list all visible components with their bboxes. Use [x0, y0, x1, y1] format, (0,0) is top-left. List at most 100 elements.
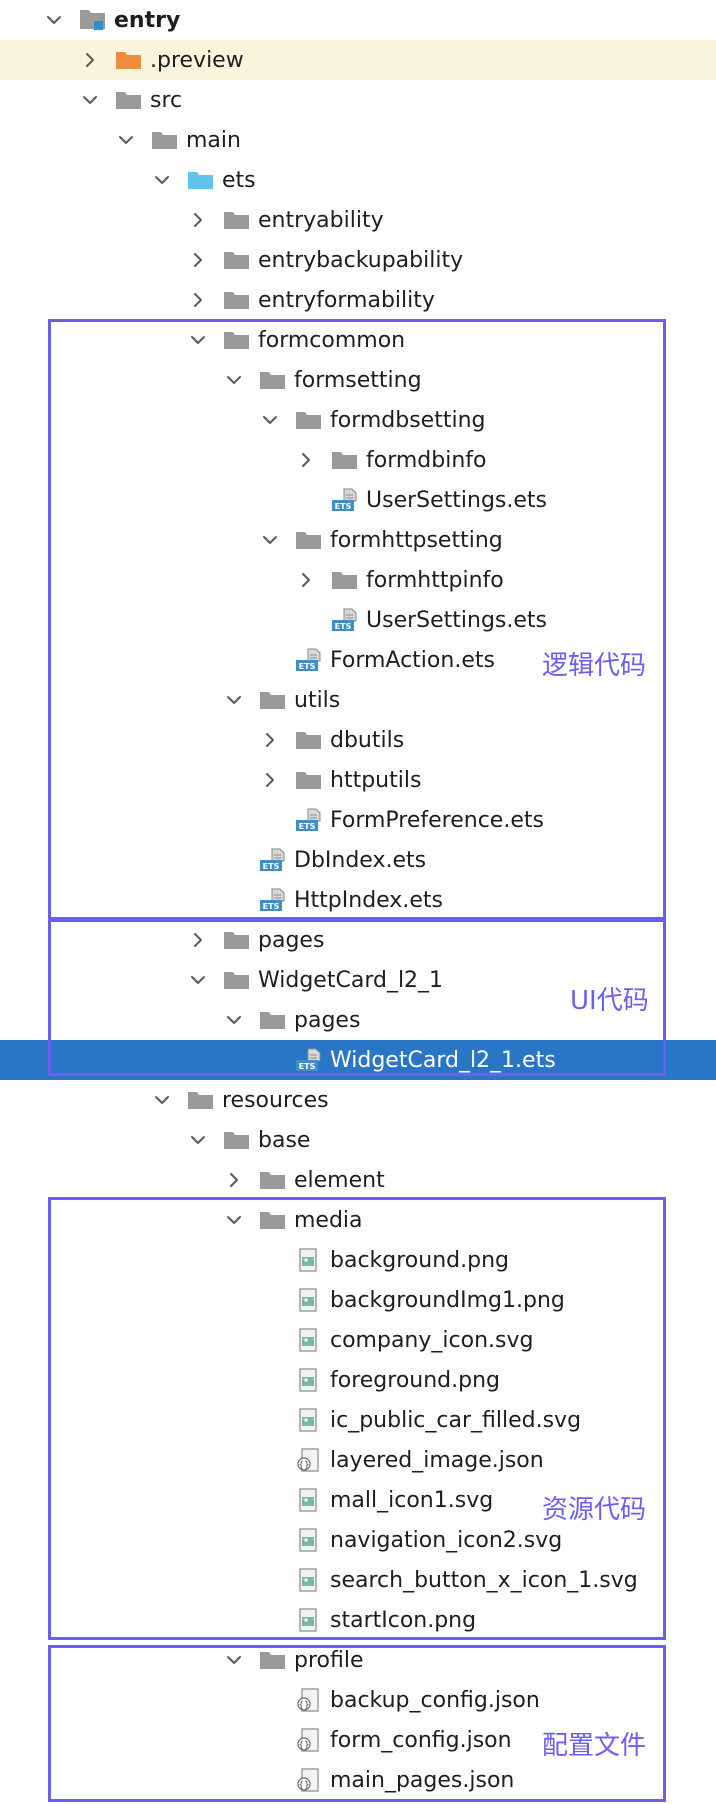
tree-folder-row[interactable]: entryability: [0, 200, 716, 240]
tree-item-label: UserSettings.ets: [366, 487, 547, 513]
folder-icon: [258, 688, 288, 712]
tree-item-label: entrybackupability: [258, 247, 464, 273]
tree-folder-row[interactable]: formhttpinfo: [0, 560, 716, 600]
tree-file-row[interactable]: startIcon.png: [0, 1600, 716, 1640]
chevron-down-icon[interactable]: [152, 170, 172, 190]
folder-icon: [150, 128, 180, 152]
tree-item-label: httputils: [330, 767, 422, 793]
svg-text:ETS: ETS: [299, 662, 316, 671]
chevron-right-icon[interactable]: [260, 770, 280, 790]
chevron-right-icon[interactable]: [188, 210, 208, 230]
tree-folder-row[interactable]: media: [0, 1200, 716, 1240]
tree-folder-row[interactable]: base: [0, 1120, 716, 1160]
svg-text:{}: {}: [298, 1461, 309, 1471]
chevron-down-icon[interactable]: [188, 1130, 208, 1150]
tree-item-label: dbutils: [330, 727, 405, 753]
tree-folder-row[interactable]: entrybackupability: [0, 240, 716, 280]
tree-folder-row[interactable]: main: [0, 120, 716, 160]
tree-folder-row[interactable]: formcommon: [0, 320, 716, 360]
tree-file-row[interactable]: ETS DbIndex.ets: [0, 840, 716, 880]
tree-file-row[interactable]: ETS WidgetCard_l2_1.ets: [0, 1040, 716, 1080]
ets-file-icon: ETS: [258, 888, 288, 912]
tree-file-row[interactable]: navigation_icon2.svg: [0, 1520, 716, 1560]
chevron-down-icon[interactable]: [44, 10, 64, 30]
chevron-right-icon[interactable]: [188, 250, 208, 270]
chevron-right-icon[interactable]: [224, 1170, 244, 1190]
tree-file-row[interactable]: {} layered_image.json: [0, 1440, 716, 1480]
tree-file-row[interactable]: ETS FormPreference.ets: [0, 800, 716, 840]
svg-text:{}: {}: [298, 1781, 309, 1791]
tree-folder-row[interactable]: resources: [0, 1080, 716, 1120]
folder-icon: [258, 368, 288, 392]
chevron-down-icon[interactable]: [116, 130, 136, 150]
tree-folder-row[interactable]: formsetting: [0, 360, 716, 400]
tree-item-label: FormPreference.ets: [330, 807, 544, 833]
chevron-right-icon[interactable]: [188, 930, 208, 950]
chevron-down-icon[interactable]: [224, 1010, 244, 1030]
chevron-down-icon[interactable]: [224, 1650, 244, 1670]
chevron-down-icon[interactable]: [260, 410, 280, 430]
folder-icon: [186, 1088, 216, 1112]
tree-item-label: entryability: [258, 207, 384, 233]
tree-folder-row[interactable]: profile: [0, 1640, 716, 1680]
chevron-down-icon[interactable]: [188, 970, 208, 990]
image-file-icon: [294, 1528, 324, 1552]
folder-icon: [222, 248, 252, 272]
chevron-right-icon[interactable]: [260, 730, 280, 750]
tree-item-label: formsetting: [294, 367, 422, 393]
tree-item-label: background.png: [330, 1247, 509, 1273]
tree-item-label: backgroundImg1.png: [330, 1287, 565, 1313]
folder-icon: [222, 928, 252, 952]
chevron-down-icon[interactable]: [152, 1090, 172, 1110]
tree-folder-row[interactable]: ets: [0, 160, 716, 200]
tree-file-row[interactable]: backgroundImg1.png: [0, 1280, 716, 1320]
tree-item-label: formcommon: [258, 327, 406, 353]
tree-item-label: UserSettings.ets: [366, 607, 547, 633]
tree-file-row[interactable]: ETS HttpIndex.ets: [0, 880, 716, 920]
image-file-icon: [294, 1408, 324, 1432]
tree-folder-row[interactable]: formdbsetting: [0, 400, 716, 440]
svg-text:ETS: ETS: [335, 502, 352, 511]
chevron-down-icon[interactable]: [188, 330, 208, 350]
folder-icon: [258, 1208, 288, 1232]
tree-folder-row[interactable]: element: [0, 1160, 716, 1200]
tree-file-row[interactable]: ic_public_car_filled.svg: [0, 1400, 716, 1440]
chevron-right-icon[interactable]: [188, 290, 208, 310]
chevron-right-icon[interactable]: [296, 450, 316, 470]
tree-file-row[interactable]: search_button_x_icon_1.svg: [0, 1560, 716, 1600]
tree-folder-row[interactable]: formdbinfo: [0, 440, 716, 480]
chevron-right-icon[interactable]: [296, 570, 316, 590]
tree-item-label: formhttpinfo: [366, 567, 504, 593]
tree-file-row[interactable]: background.png: [0, 1240, 716, 1280]
tree-file-row[interactable]: company_icon.svg: [0, 1320, 716, 1360]
tree-folder-row[interactable]: utils: [0, 680, 716, 720]
chevron-down-icon[interactable]: [80, 90, 100, 110]
tree-file-row[interactable]: {} main_pages.json: [0, 1760, 716, 1800]
tree-folder-row[interactable]: entryformability: [0, 280, 716, 320]
chevron-down-icon[interactable]: [260, 530, 280, 550]
tree-item-label: layered_image.json: [330, 1447, 544, 1473]
chevron-down-icon[interactable]: [224, 370, 244, 390]
tree-folder-row[interactable]: pages: [0, 920, 716, 960]
chevron-down-icon[interactable]: [224, 690, 244, 710]
tree-file-row[interactable]: {} backup_config.json: [0, 1680, 716, 1720]
tree-file-row[interactable]: foreground.png: [0, 1360, 716, 1400]
tree-folder-row[interactable]: entry: [0, 0, 716, 40]
ui-code-annotation: UI代码: [570, 986, 649, 1016]
json-file-icon: {}: [294, 1688, 324, 1712]
image-file-icon: [294, 1288, 324, 1312]
tree-folder-row[interactable]: .preview: [0, 40, 716, 80]
tree-folder-row[interactable]: formhttpsetting: [0, 520, 716, 560]
chevron-down-icon[interactable]: [224, 1210, 244, 1230]
tree-item-label: pages: [294, 1007, 361, 1033]
folder-orange-icon: [114, 48, 144, 72]
folder-icon: [222, 968, 252, 992]
tree-file-row[interactable]: ETS UserSettings.ets: [0, 480, 716, 520]
tree-folder-row[interactable]: dbutils: [0, 720, 716, 760]
tree-folder-row[interactable]: src: [0, 80, 716, 120]
chevron-right-icon[interactable]: [80, 50, 100, 70]
tree-file-row[interactable]: ETS UserSettings.ets: [0, 600, 716, 640]
json-file-icon: {}: [294, 1768, 324, 1792]
tree-item-label: HttpIndex.ets: [294, 887, 443, 913]
tree-folder-row[interactable]: httputils: [0, 760, 716, 800]
